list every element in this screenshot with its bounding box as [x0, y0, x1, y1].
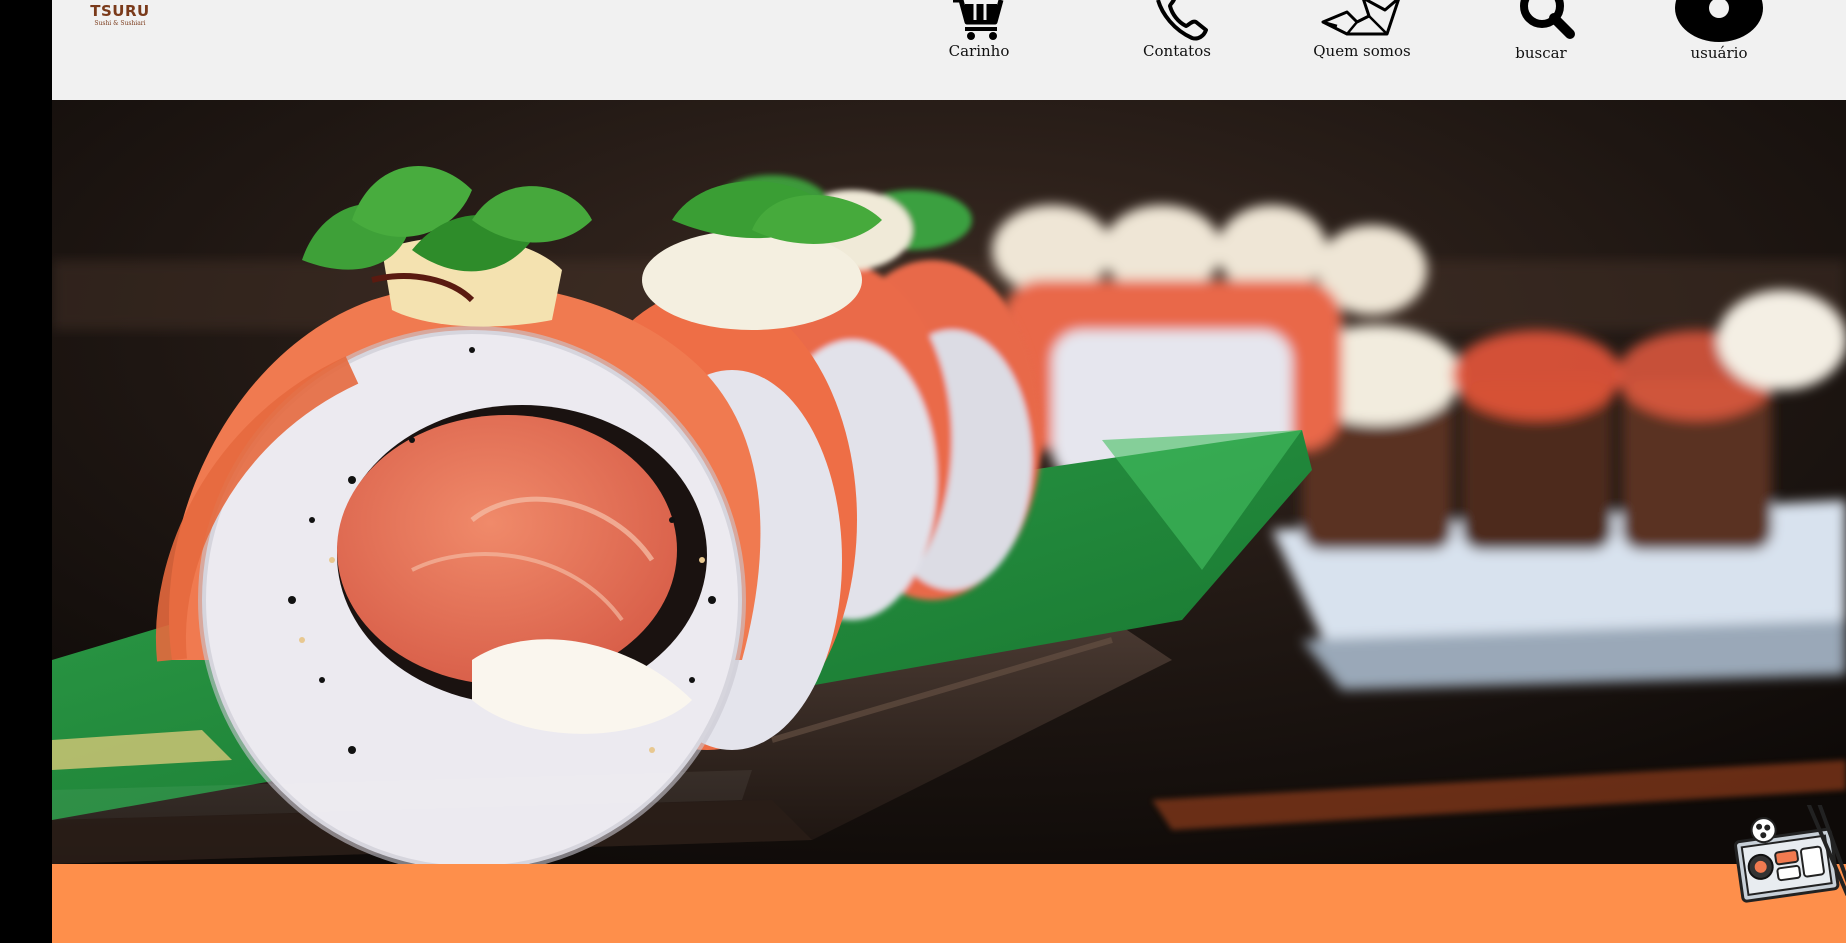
- nav-contacts-label: Contatos: [1143, 42, 1211, 60]
- nav-about-label: Quem somos: [1313, 42, 1411, 60]
- search-icon: [1520, 0, 1575, 39]
- nav-about[interactable]: Quem somos: [1302, 0, 1422, 60]
- brand-logo[interactable]: TSURU Sushi & Sushiari: [90, 2, 150, 28]
- orange-footer-band: [52, 864, 1846, 943]
- nav-search[interactable]: buscar: [1486, 0, 1596, 62]
- left-black-bar: [0, 0, 52, 943]
- nav-cart-label: Carinho: [948, 42, 1010, 60]
- nav-contacts[interactable]: Contatos: [1122, 0, 1232, 60]
- brand-name: TSURU: [90, 2, 150, 20]
- hero-sushi-photo: [52, 100, 1846, 864]
- brand-tagline: Sushi & Sushiari: [94, 20, 146, 27]
- nav-user[interactable]: usuário: [1664, 0, 1774, 62]
- origami-crane-icon: [1321, 0, 1400, 36]
- nav-cart[interactable]: Carinho: [924, 0, 1034, 60]
- cart-icon: [953, 0, 1004, 40]
- sushi-rolls-photo: [52, 100, 1846, 864]
- site-header: TSURU Sushi & Sushiari Carinho Contatos …: [52, 0, 1846, 100]
- nav-user-label: usuário: [1690, 44, 1748, 62]
- nav-search-label: buscar: [1515, 44, 1567, 62]
- user-icon: [1675, 0, 1763, 42]
- bento-box-icon[interactable]: [1730, 799, 1846, 915]
- phone-icon: [1156, 0, 1208, 41]
